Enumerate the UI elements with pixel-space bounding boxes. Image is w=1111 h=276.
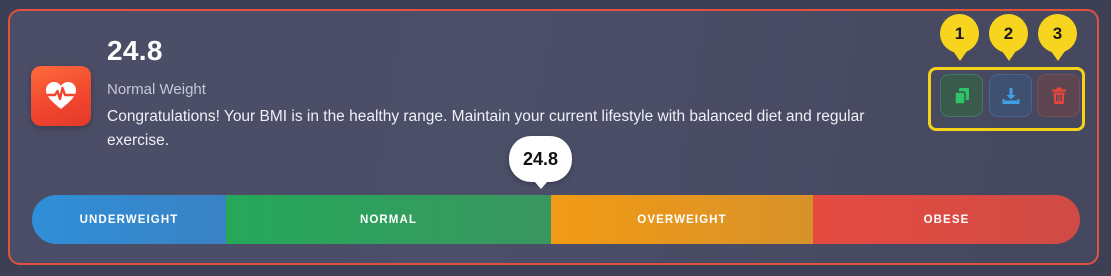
bmi-scale-bar: UNDERWEIGHT NORMAL OVERWEIGHT OBESE [32,195,1080,244]
copy-button[interactable] [940,74,983,117]
annotation-badge-2: 2 [989,14,1028,61]
annotation-badge-3: 3 [1038,14,1077,61]
bmi-result-card: 24.8 Normal Weight Congratulations! Your… [8,9,1099,265]
copy-icon [953,87,969,105]
bmi-value: 24.8 [107,35,163,66]
bmi-marker-tooltip: 24.8 [509,136,572,189]
bmi-message: Congratulations! Your BMI is in the heal… [107,108,865,149]
scale-segment-overweight: OVERWEIGHT [551,195,813,244]
scale-segment-obese: OBESE [813,195,1080,244]
scale-segment-normal: NORMAL [226,195,551,244]
bmi-category: Normal Weight [107,81,206,98]
download-icon [1002,87,1019,104]
download-button[interactable] [989,74,1032,117]
heart-pulse-icon [31,66,91,126]
scale-segment-underweight: UNDERWEIGHT [32,195,226,244]
annotation-badge-1: 1 [940,14,979,61]
trash-icon [1051,87,1066,104]
delete-button[interactable] [1037,74,1080,117]
